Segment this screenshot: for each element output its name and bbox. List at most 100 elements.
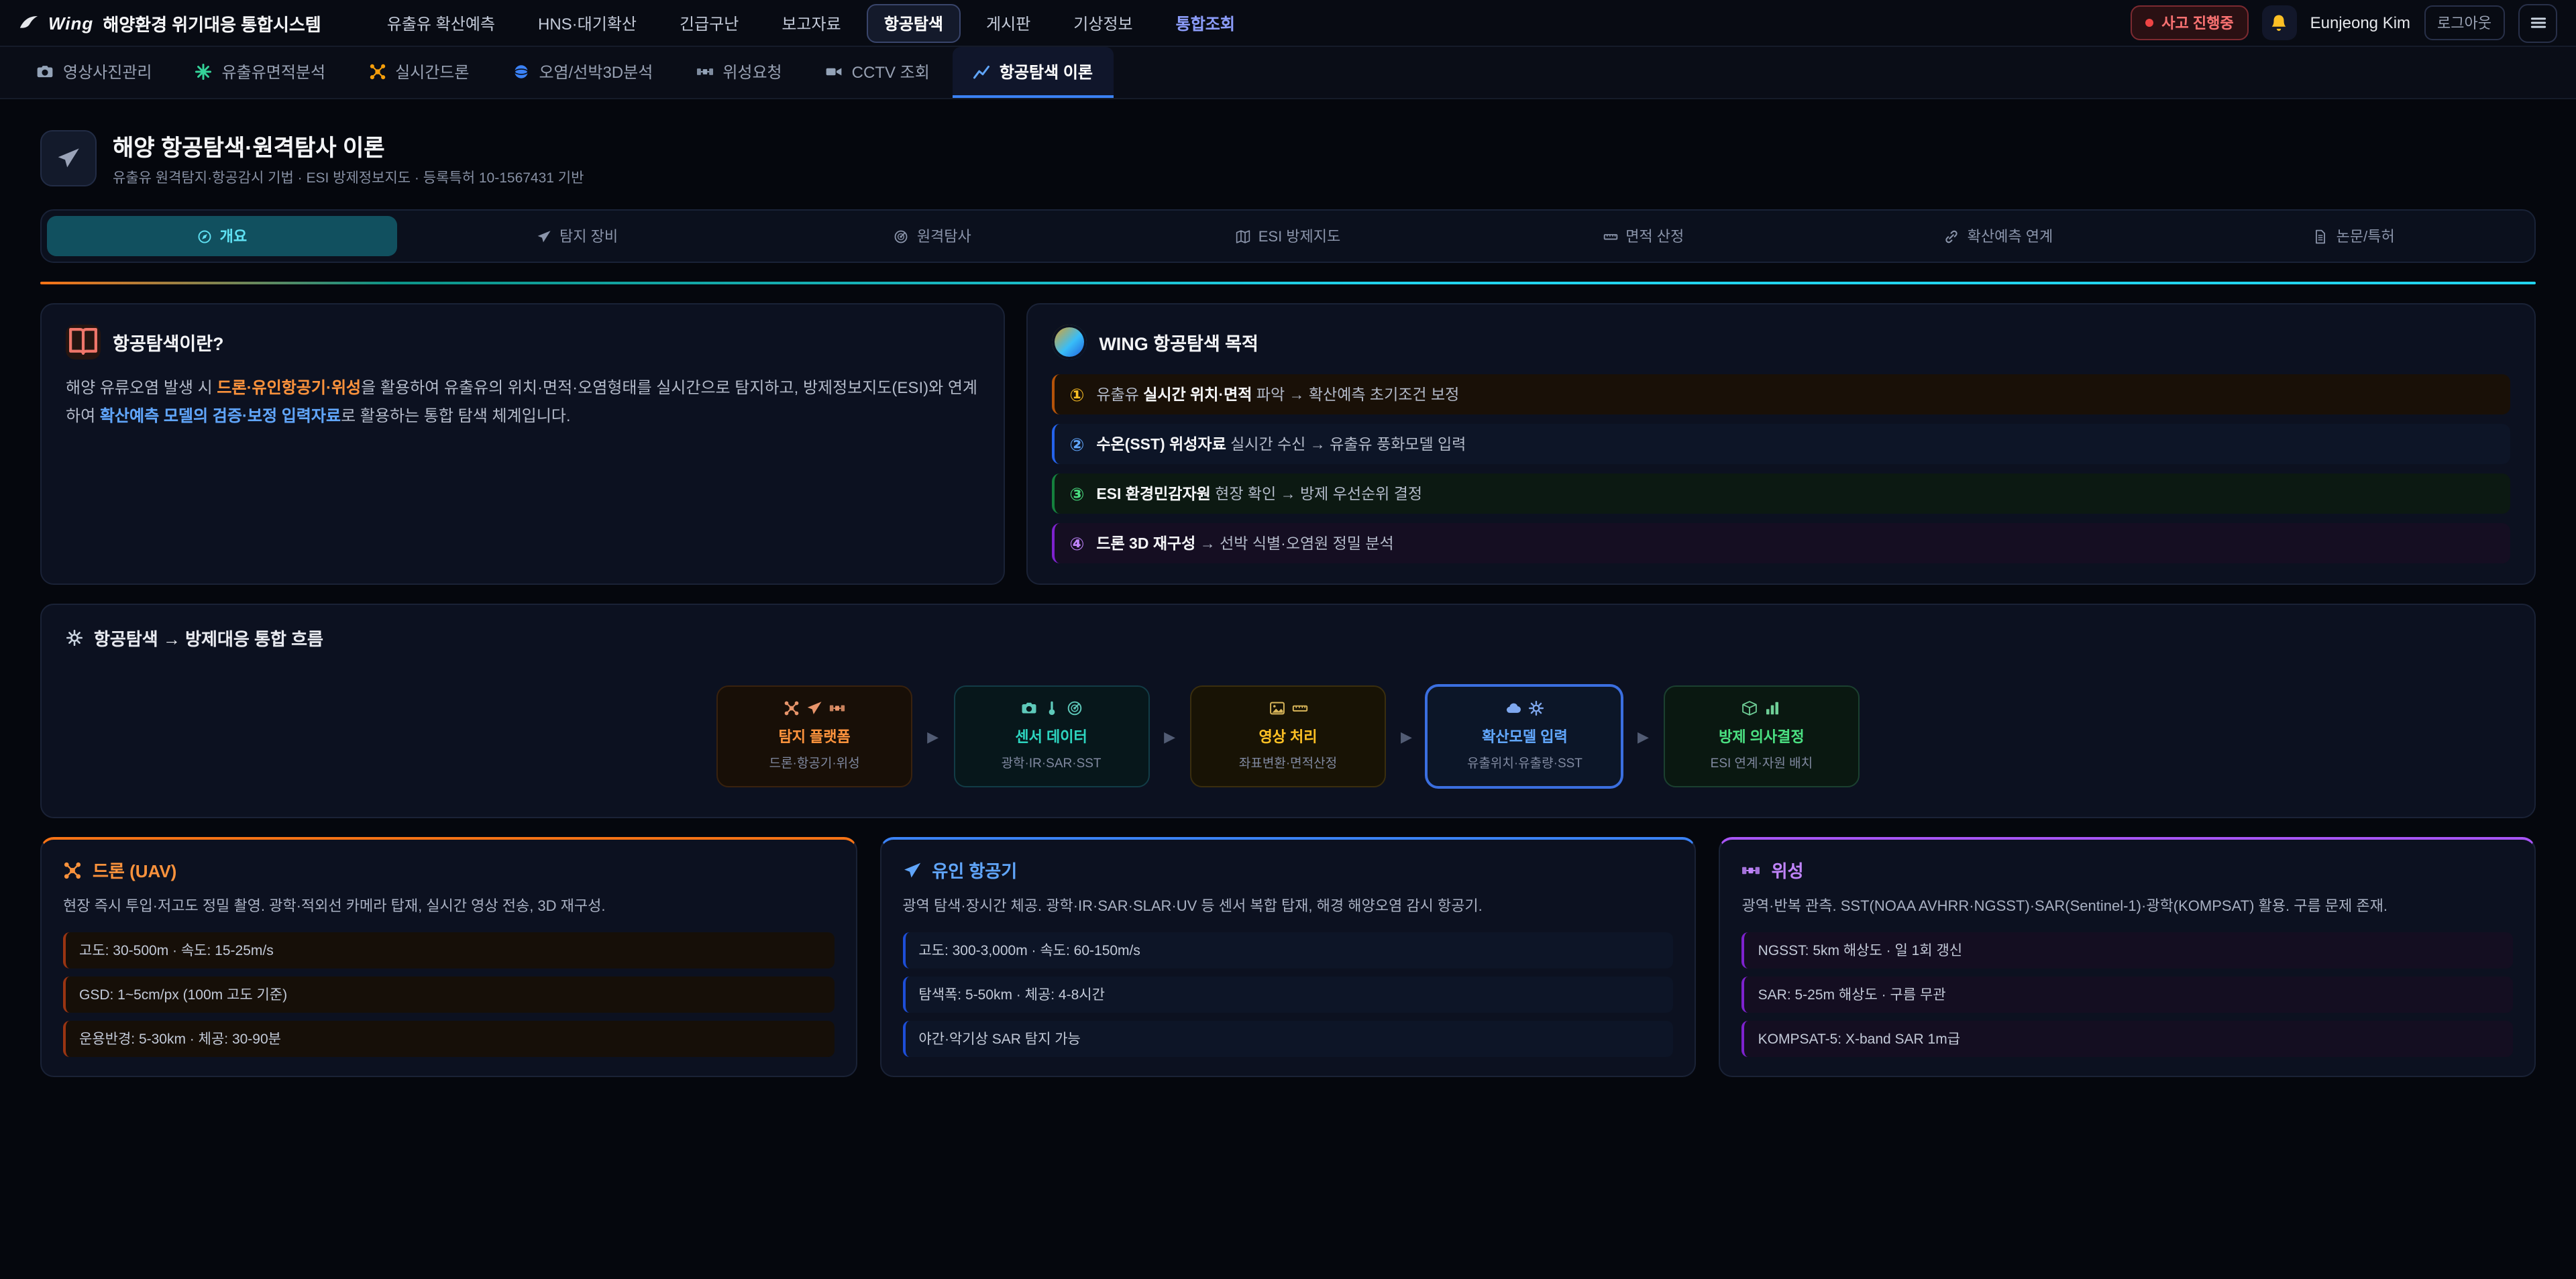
platform-card-description: 현장 즉시 투입·저고도 정밀 촬영. 광학·적외선 카메라 탑재, 실시간 영… bbox=[63, 895, 834, 919]
radar-icon bbox=[1066, 700, 1082, 716]
platform-card-description: 광역·반복 관측. SST(NOAA AVHRR·NGSST)·SAR(Sent… bbox=[1742, 895, 2513, 919]
nav-item[interactable]: 통합조회 bbox=[1159, 3, 1252, 42]
nav-item[interactable]: HNS·대기확산 bbox=[521, 3, 654, 42]
link-icon bbox=[1945, 229, 1960, 243]
section-tab-label: 논문/특허 bbox=[2337, 225, 2395, 247]
flow-step-icons bbox=[1436, 700, 1613, 716]
app-root: Wing 해양환경 위기대응 통합시스템 유출유 확산예측HNS·대기확산긴급구… bbox=[0, 0, 2576, 1279]
flow-arrow-icon: ▶ bbox=[1164, 728, 1175, 745]
text-segment: 현장 확인 → 방제 우선순위 결정 bbox=[1211, 487, 1422, 503]
bell-icon bbox=[2269, 13, 2290, 33]
section-tab-label: 면적 산정 bbox=[1625, 225, 1684, 247]
subnav-item[interactable]: CCTV 조회 bbox=[805, 47, 950, 98]
top-bar: Wing 해양환경 위기대응 통합시스템 유출유 확산예측HNS·대기확산긴급구… bbox=[0, 0, 2576, 47]
map-icon bbox=[1236, 229, 1250, 243]
spec-list: NGSST: 5km 해상도 · 일 1회 갱신SAR: 5-25m 해상도 ·… bbox=[1742, 932, 2513, 1057]
subnav-item[interactable]: 오염/선박3D분석 bbox=[492, 47, 673, 98]
purpose-list: ①유출유 실시간 위치·면적 파악 → 확산예측 초기조건 보정②수온(SST)… bbox=[1052, 374, 2510, 563]
section-tab-label: 탐지 장비 bbox=[559, 225, 618, 247]
text-segment: 실시간 위치·면적 bbox=[1143, 388, 1252, 404]
flow-step: 영상 처리좌표변환·면적산정 bbox=[1190, 685, 1386, 787]
plane-icon bbox=[806, 700, 822, 716]
purpose-number: ④ bbox=[1069, 535, 1084, 552]
camera-icon bbox=[36, 62, 54, 80]
subnav-item[interactable]: 항공탐색 이론 bbox=[953, 47, 1113, 98]
section-tab[interactable]: ESI 방제지도 bbox=[1113, 216, 1463, 256]
flow-card: 항공탐색 → 방제대응 통합 흐름 탐지 플랫폼드론·항공기·위성▶센서 데이터… bbox=[40, 604, 2536, 818]
wing-badge-icon bbox=[1052, 325, 1087, 359]
sub-nav: 영상사진관리유출유면적분석 실시간드론 오염/선박3D분석위성요청 CCTV 조회 항공… bbox=[0, 47, 2576, 99]
spec-row: NGSST: 5km 해상도 · 일 1회 갱신 bbox=[1742, 932, 2513, 968]
nav-item[interactable]: 항공탐색 bbox=[867, 3, 961, 42]
nav-item[interactable]: 유출유 확산예측 bbox=[370, 3, 513, 42]
plane-icon bbox=[902, 860, 921, 879]
main-content: 해양 항공탐색·원격탐사 이론 유출유 원격탐지·항공감시 기법 · ESI 방… bbox=[0, 99, 2576, 1077]
what-is-card: 항공탐색이란? 해양 유류오염 발생 시 드론·유인항공기·위성을 활용하여 유… bbox=[40, 303, 1005, 585]
section-tab-label: ESI 방제지도 bbox=[1258, 225, 1341, 247]
app-logo[interactable]: Wing 해양환경 위기대응 통합시스템 bbox=[19, 10, 321, 36]
nav-item[interactable]: 보고자료 bbox=[764, 3, 858, 42]
subnav-item-label: CCTV 조회 bbox=[852, 60, 930, 82]
bars-icon bbox=[1765, 700, 1781, 716]
drone-icon bbox=[368, 62, 386, 80]
text-segment: 확산예측 모델의 검증·보정 입력자료 bbox=[100, 406, 341, 425]
page-title: 해양 항공탐색·원격탐사 이론 bbox=[113, 129, 584, 162]
section-tab[interactable]: 원격탐사 bbox=[757, 216, 1108, 256]
section-tab[interactable]: 면적 산정 bbox=[1468, 216, 1819, 256]
text-segment: 드론·유인항공기·위성 bbox=[217, 378, 361, 397]
subnav-item[interactable]: 실시간드론 bbox=[348, 47, 489, 98]
flow-step-subtitle: 드론·항공기·위성 bbox=[726, 753, 903, 771]
topbar-right: 사고 진행중 Eunjeong Kim 로그아웃 bbox=[2131, 3, 2557, 42]
spec-list: 고도: 300-3,000m · 속도: 60-150m/s탐색폭: 5-50k… bbox=[902, 932, 1673, 1057]
flow-arrow-icon: ▶ bbox=[1401, 728, 1412, 745]
flow-step: 센서 데이터광학·IR·SAR·SST bbox=[953, 685, 1149, 787]
burst-icon bbox=[195, 62, 213, 80]
accent-divider bbox=[40, 282, 2536, 284]
nav-item[interactable]: 기상정보 bbox=[1056, 3, 1150, 42]
section-tab[interactable]: 논문/특허 bbox=[2179, 216, 2529, 256]
subnav-item[interactable]: 위성요청 bbox=[676, 47, 802, 98]
nav-item[interactable]: 게시판 bbox=[969, 3, 1048, 42]
flow-step-subtitle: 광학·IR·SAR·SST bbox=[963, 753, 1140, 771]
spec-row: KOMPSAT-5: X-band SAR 1m급 bbox=[1742, 1021, 2513, 1057]
spec-row: 고도: 30-500m · 속도: 15-25m/s bbox=[63, 932, 834, 968]
section-tab[interactable]: 탐지 장비 bbox=[402, 216, 753, 256]
menu-button[interactable] bbox=[2518, 3, 2557, 42]
platform-card-title: 위성 bbox=[1772, 857, 1804, 883]
chart-icon bbox=[973, 62, 990, 80]
platform-card: 위성광역·반복 관측. SST(NOAA AVHRR·NGSST)·SAR(Se… bbox=[1719, 837, 2536, 1077]
section-tab[interactable]: 개요 bbox=[47, 216, 397, 256]
image-icon bbox=[1269, 700, 1285, 716]
platform-card: 드론 (UAV) 현장 즉시 투입·저고도 정밀 촬영. 광학·적외선 카메라 탑… bbox=[40, 837, 857, 1077]
logout-button[interactable]: 로그아웃 bbox=[2424, 5, 2505, 40]
purpose-card: WING 항공탐색 목적 ①유출유 실시간 위치·면적 파악 → 확산예측 초기… bbox=[1026, 303, 2536, 585]
hamburger-menu-icon bbox=[2528, 13, 2547, 32]
purpose-item: ③ESI 환경민감자원 현장 확인 → 방제 우선순위 결정 bbox=[1052, 474, 2510, 514]
nav-item[interactable]: 긴급구난 bbox=[662, 3, 756, 42]
gear-icon bbox=[1528, 700, 1544, 716]
text-segment: 유출유 bbox=[1096, 388, 1143, 404]
subnav-item[interactable]: 영상사진관리 bbox=[16, 47, 172, 98]
ruler-icon bbox=[1291, 700, 1307, 716]
incident-dot-icon bbox=[2145, 19, 2153, 27]
notifications-button[interactable] bbox=[2262, 5, 2297, 40]
flow-arrow-icon: ▶ bbox=[1638, 728, 1649, 745]
incident-status-badge: 사고 진행중 bbox=[2131, 5, 2248, 40]
page-icon-box bbox=[40, 130, 97, 186]
text-segment: 드론 3D 재구성 bbox=[1096, 537, 1195, 553]
thermo-icon bbox=[1043, 700, 1059, 716]
section-tab-bar: 개요 탐지 장비 원격탐사 ESI 방제지도 면적 산정 확산예측 연계 논문/특허 bbox=[40, 209, 2536, 263]
text-segment: 해양 유류오염 발생 시 bbox=[66, 378, 217, 397]
app-title: 해양환경 위기대응 통합시스템 bbox=[103, 10, 321, 36]
page-subtitle: 유출유 원격탐지·항공감시 기법 · ESI 방제정보지도 · 등록특허 10-… bbox=[113, 168, 584, 188]
subnav-item-label: 항공탐색 이론 bbox=[1000, 60, 1093, 82]
wing-logo-icon bbox=[19, 13, 39, 33]
subnav-item[interactable]: 유출유면적분석 bbox=[175, 47, 346, 98]
sphere-icon bbox=[512, 62, 529, 80]
section-tab[interactable]: 확산예측 연계 bbox=[1824, 216, 2174, 256]
subnav-item-label: 실시간드론 bbox=[395, 60, 469, 82]
box-icon bbox=[1742, 700, 1758, 716]
intro-row: 항공탐색이란? 해양 유류오염 발생 시 드론·유인항공기·위성을 활용하여 유… bbox=[40, 303, 2536, 585]
cloud-icon bbox=[1505, 700, 1521, 716]
platform-card-header: 드론 (UAV) bbox=[63, 857, 834, 883]
